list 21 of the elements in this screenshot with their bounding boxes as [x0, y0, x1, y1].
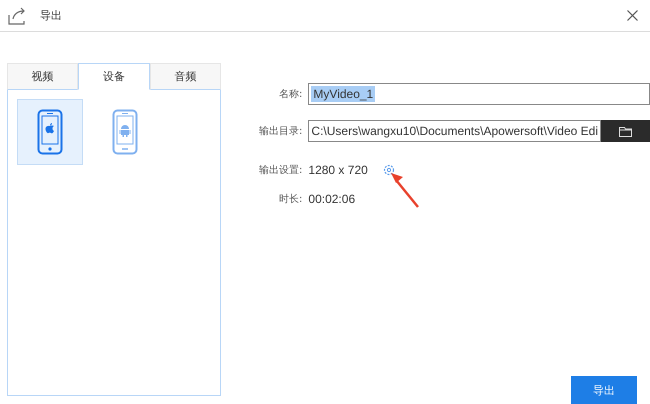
window-title: 导出 [40, 8, 63, 23]
field-label: 输出目录: [258, 124, 302, 138]
export-button[interactable]: 导出 [571, 376, 637, 404]
duration-value: 00:02:06 [308, 192, 356, 206]
tab[interactable]: 设备 [78, 63, 150, 90]
field-label: 输出设置: [258, 164, 302, 177]
phone-icon [112, 109, 138, 155]
field-label: 名称: [278, 88, 302, 101]
name-field[interactable]: MyVideo_1 [308, 83, 650, 105]
tab[interactable]: 视频 [7, 63, 78, 90]
settings-icon[interactable] [382, 163, 396, 177]
phone-icon [37, 109, 63, 155]
browse-button[interactable] [601, 120, 650, 142]
device-option[interactable] [17, 99, 83, 165]
field-label: 时长: [278, 192, 302, 206]
folder-icon [618, 126, 632, 136]
directory-field[interactable]: C:\Users\wangxu10\Documents\Apowersoft\Video Edi [308, 120, 601, 142]
tab[interactable]: 音频 [150, 63, 222, 90]
close-icon[interactable] [627, 10, 638, 21]
resolution-value: 1280 x 720 [308, 163, 368, 177]
pointer-arrow [390, 172, 420, 208]
